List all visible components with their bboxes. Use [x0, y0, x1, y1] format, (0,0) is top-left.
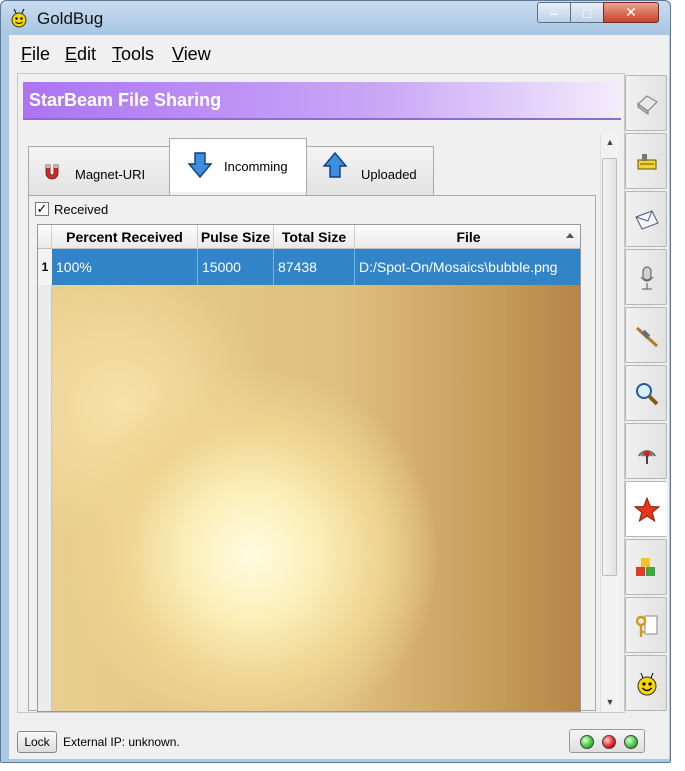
goldbug-smiley-icon	[637, 672, 657, 696]
external-ip-status: External IP: unknown.	[63, 735, 180, 749]
status-bar: Lock External IP: unknown.	[9, 725, 669, 757]
close-button[interactable]: ✕	[603, 2, 659, 23]
menu-view-mnemonic: V	[172, 44, 184, 64]
eraser-icon	[637, 95, 658, 115]
starbeam-tabs: Magnet-URI Incomming Uploaded	[28, 138, 596, 196]
menu-edit[interactable]: Edit	[65, 44, 96, 65]
column-header-pulse-size[interactable]: Pulse Size	[198, 225, 274, 249]
sort-ascending-icon	[566, 233, 574, 238]
title-bar[interactable]: GoldBug – □ ✕	[1, 1, 670, 35]
client-area: File Edit Tools View StarBeam File Shari…	[9, 35, 669, 759]
column-header-total-size[interactable]: Total Size	[274, 225, 355, 249]
buzz-chat-icon	[637, 154, 657, 170]
app-window: GoldBug – □ ✕ File Edit Tools View StarB…	[0, 0, 671, 763]
mail-icon	[635, 210, 659, 230]
side-button-listeners[interactable]	[625, 423, 667, 479]
minimize-icon: –	[550, 4, 558, 21]
side-button-eraser[interactable]	[625, 75, 667, 131]
column-header-percent-received[interactable]: Percent Received	[52, 225, 198, 249]
side-button-neighbors[interactable]	[625, 307, 667, 363]
side-button-rosetta[interactable]	[625, 539, 667, 595]
arrow-up-icon	[322, 151, 348, 178]
received-files-table: Percent Received Pulse Size Total Size F…	[37, 224, 581, 712]
cable-plug-icon	[635, 326, 659, 348]
menu-edit-mnemonic: E	[65, 44, 78, 64]
lock-button[interactable]: Lock	[17, 731, 57, 753]
close-icon: ✕	[625, 4, 637, 20]
tab-incomming[interactable]: Incomming	[169, 138, 307, 192]
microphone-icon	[640, 266, 654, 290]
table-header: Percent Received Pulse Size Total Size F…	[38, 225, 580, 249]
table-row[interactable]: 100% 15000 87438 D:/Spot-On/Mosaics\bubb…	[52, 249, 580, 285]
cubes-icon	[636, 558, 655, 576]
tab-magnet-uri-label: Magnet-URI	[75, 167, 146, 182]
side-button-buzz[interactable]	[625, 133, 667, 189]
row-number[interactable]: 1	[38, 249, 52, 285]
received-checkbox[interactable]: ✓	[35, 202, 49, 216]
neighbor-status-led[interactable]	[624, 735, 638, 749]
menu-file-rest: ile	[32, 44, 51, 64]
status-indicators	[569, 729, 645, 753]
vertical-scrollbar[interactable]: ▲ ▼	[600, 134, 618, 712]
side-button-search[interactable]	[625, 365, 667, 421]
column-header-file[interactable]: File	[355, 225, 580, 249]
menu-file[interactable]: File	[21, 44, 50, 65]
listener-signal-icon	[638, 450, 656, 464]
menu-file-mnemonic: F	[21, 44, 32, 64]
side-button-email[interactable]	[625, 191, 667, 247]
side-toolbar	[625, 75, 667, 711]
window-title: GoldBug	[37, 9, 104, 28]
panel-banner: StarBeam File Sharing	[23, 82, 621, 120]
side-button-keys[interactable]	[625, 597, 667, 653]
incomming-pane: ✓ Received Percent Received Pulse Size T…	[28, 195, 596, 712]
kernel-status-led[interactable]	[580, 735, 594, 749]
image-preview	[52, 285, 580, 711]
key-icon	[635, 615, 658, 637]
tab-magnet-uri[interactable]: Magnet-URI	[28, 146, 170, 196]
scroll-up-icon[interactable]: ▲	[601, 134, 619, 150]
tab-incomming-label: Incomming	[224, 159, 288, 174]
starbeam-panel: StarBeam File Sharing ▲ ▼ Magnet-URI Inc…	[17, 73, 625, 713]
menu-tools-mnemonic: T	[112, 44, 121, 64]
arrow-down-icon	[187, 152, 213, 179]
maximize-button[interactable]: □	[570, 2, 604, 23]
corner-header[interactable]	[38, 225, 52, 249]
column-header-file-label: File	[456, 229, 481, 245]
panel-title: StarBeam File Sharing	[29, 90, 222, 110]
starbeam-star-icon	[633, 496, 661, 523]
side-button-starbeam[interactable]	[625, 481, 667, 537]
cell-percent-received[interactable]: 100%	[52, 249, 198, 285]
received-checkbox-label[interactable]: Received	[54, 202, 108, 217]
tab-uploaded[interactable]: Uploaded	[306, 146, 434, 196]
tab-uploaded-label: Uploaded	[361, 167, 417, 182]
side-button-voice[interactable]	[625, 249, 667, 305]
scroll-down-icon[interactable]: ▼	[601, 694, 619, 710]
scroll-thumb[interactable]	[602, 158, 617, 576]
goldbug-app-icon	[11, 8, 27, 28]
cell-file[interactable]: D:/Spot-On/Mosaics\bubble.png	[355, 249, 580, 285]
magnet-icon	[45, 164, 59, 180]
maximize-icon: □	[582, 4, 592, 21]
menu-bar: File Edit Tools View	[9, 35, 669, 71]
listener-status-led[interactable]	[602, 735, 616, 749]
magnifier-icon	[636, 383, 659, 406]
menu-view[interactable]: View	[172, 44, 211, 65]
menu-view-rest: iew	[183, 44, 211, 64]
menu-tools[interactable]: Tools	[112, 44, 154, 65]
menu-edit-rest: dit	[77, 44, 97, 64]
row-header-column: 1	[38, 249, 52, 711]
menu-tools-rest: ools	[121, 44, 155, 64]
cell-pulse-size[interactable]: 15000	[198, 249, 274, 285]
side-button-about[interactable]	[625, 655, 667, 711]
cell-total-size[interactable]: 87438	[274, 249, 355, 285]
minimize-button[interactable]: –	[537, 2, 571, 23]
